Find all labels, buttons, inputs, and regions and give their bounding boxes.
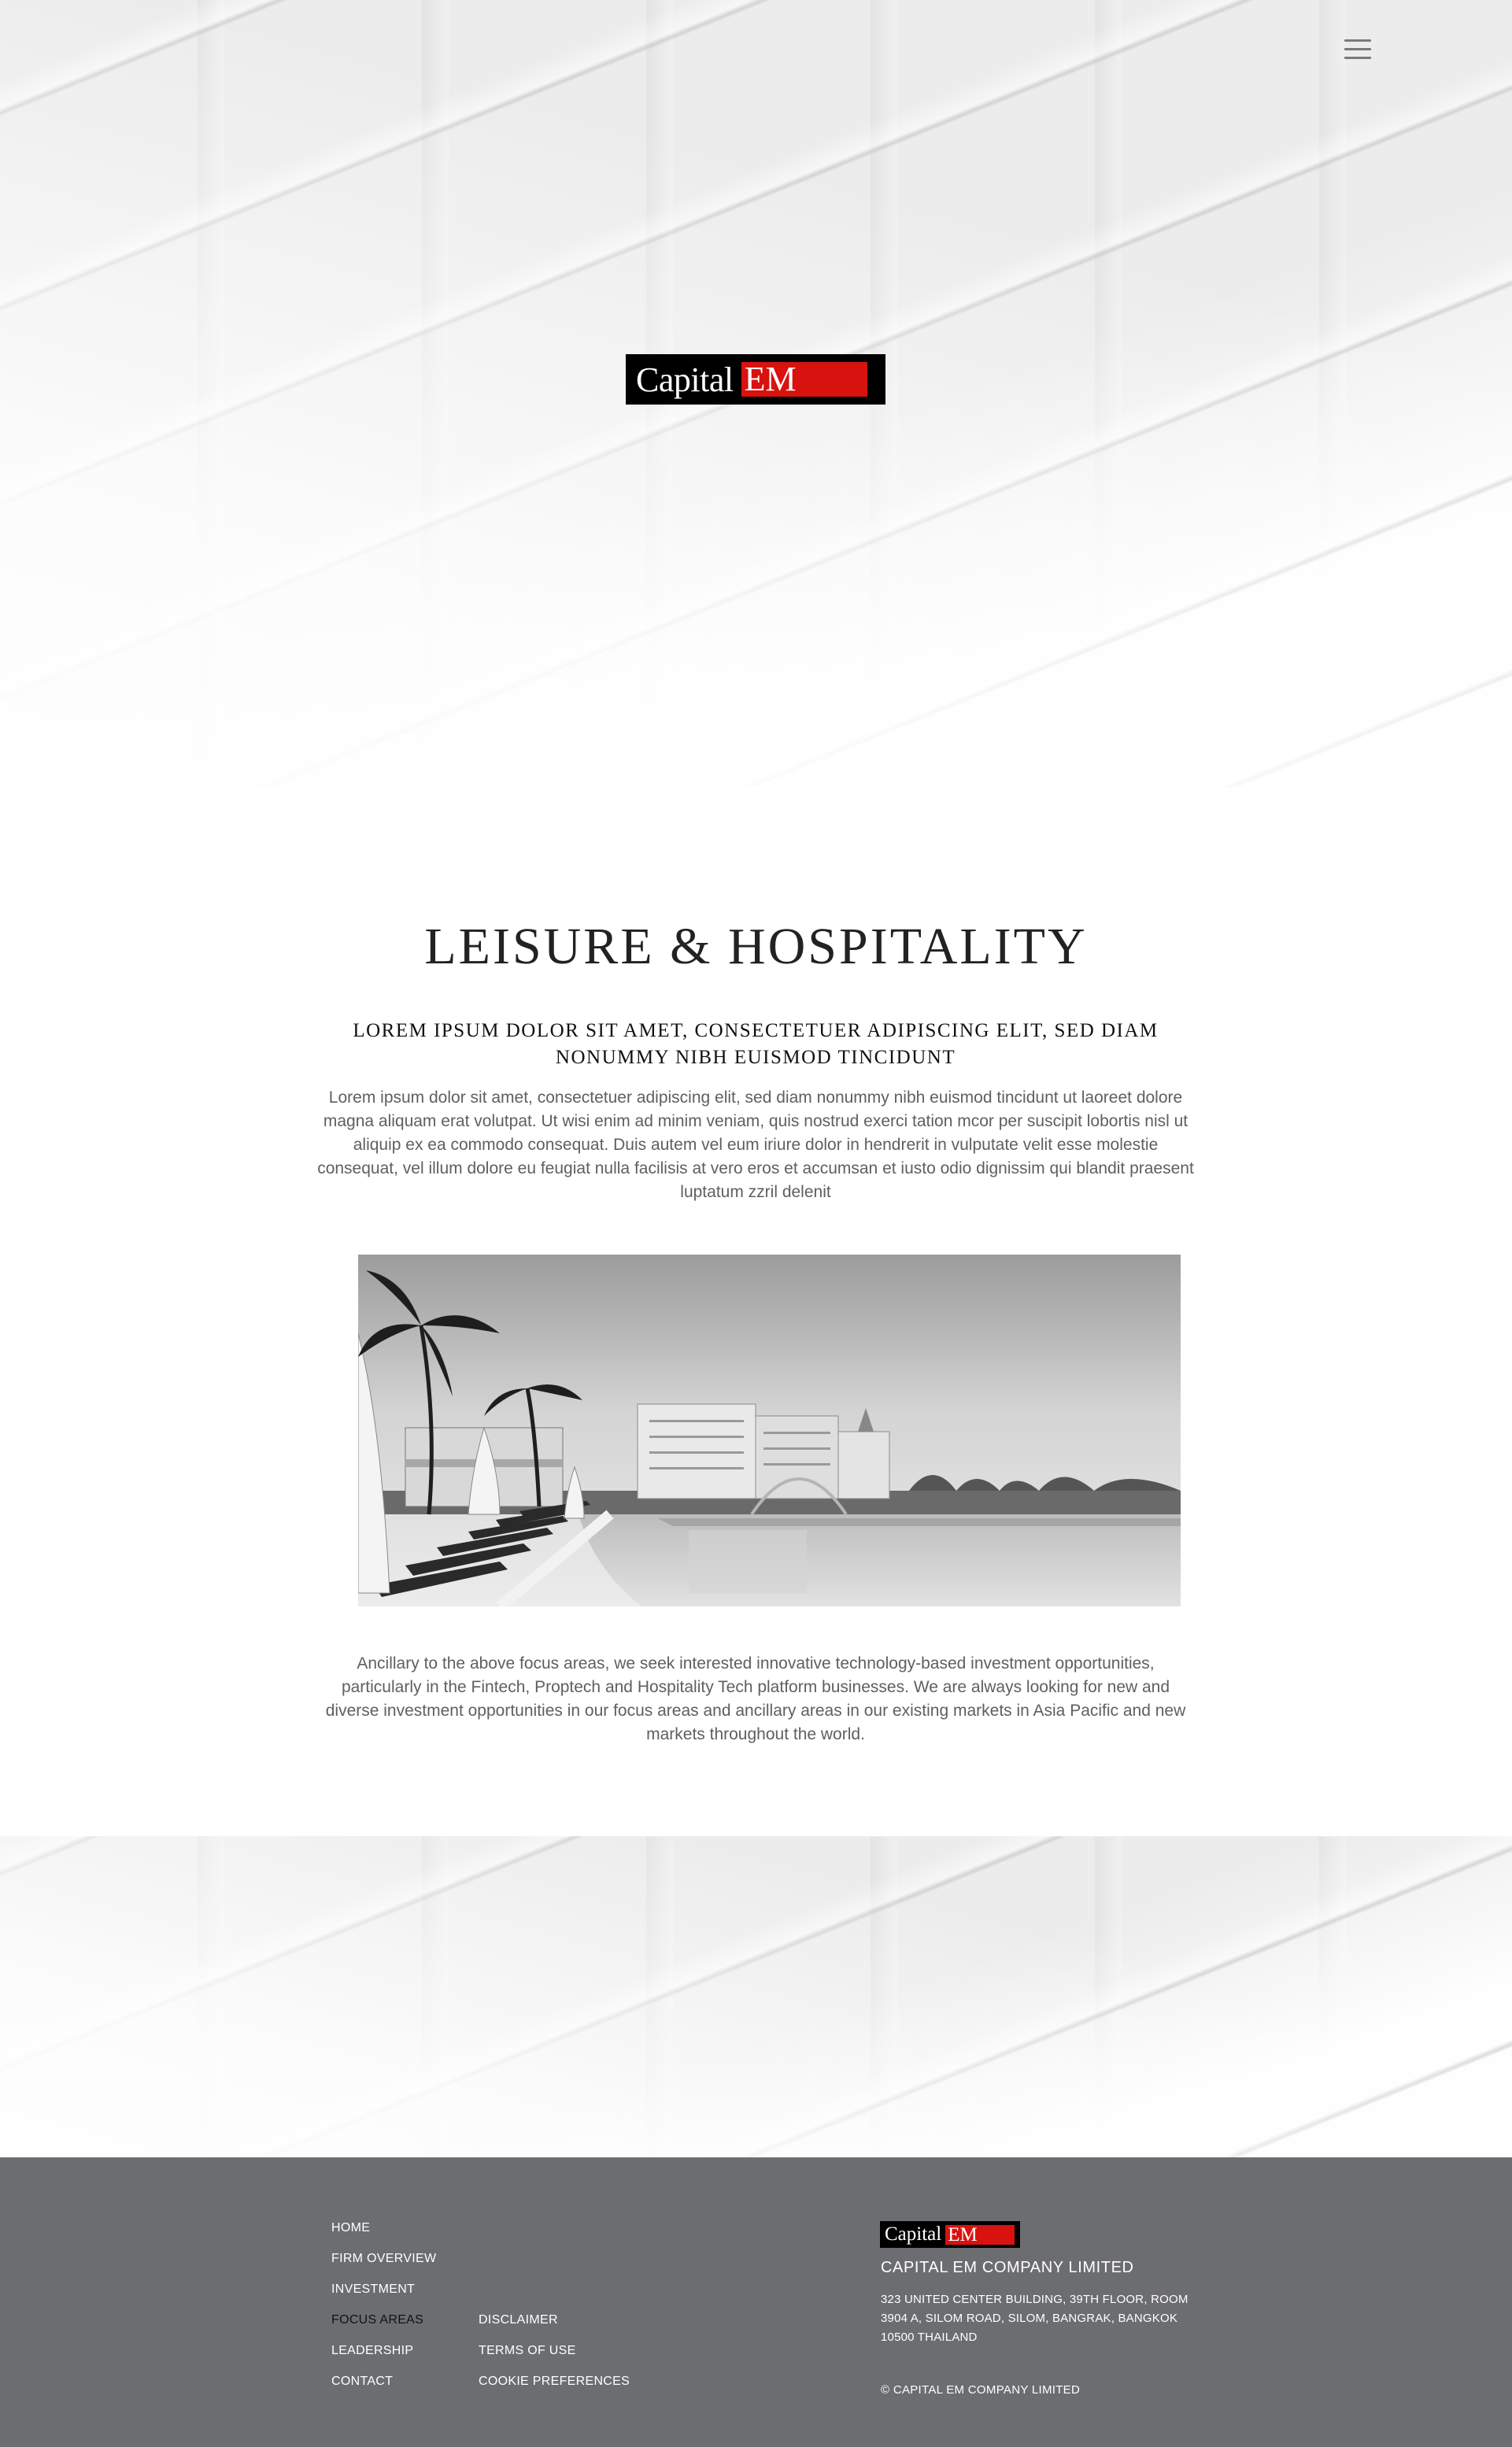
company-name: CAPITAL EM COMPANY LIMITED [881,2259,1134,2276]
intro-paragraph: Lorem ipsum dolor sit amet, consectetuer… [317,1089,1194,1201]
resort-pool-image [358,1255,1181,1606]
brand-logo[interactable]: Capital EM [626,354,885,405]
footer [0,2157,1512,2447]
footer-link-focus-areas[interactable]: FOCUS AREAS [331,2313,436,2344]
footer-nav-legal: DISCLAIMER TERMS OF USE COOKIE PREFERENC… [479,2313,630,2405]
footer-link-disclaimer[interactable]: DISCLAIMER [479,2313,630,2344]
footer-link-leadership[interactable]: LEADERSHIP [331,2344,436,2375]
footer-link-firm-overview[interactable]: FIRM OVERVIEW [331,2252,436,2283]
logo-word-capital: Capital [636,360,734,399]
logo-word-em: EM [741,362,867,397]
page-title: LEISURE & HOSPITALITY [424,918,1088,975]
footer-logo[interactable]: Capital EM [880,2221,1020,2248]
footer-link-cookie-preferences[interactable]: COOKIE PREFERENCES [479,2375,630,2405]
company-address: 323 UNITED CENTER BUILDING, 39TH FLOOR, … [881,2293,1189,2344]
footer-link-home[interactable]: HOME [331,2221,436,2252]
footer-link-investment[interactable]: INVESTMENT [331,2283,436,2313]
footer-logo-word-capital: Capital [885,2223,942,2245]
footer-link-terms-of-use[interactable]: TERMS OF USE [479,2344,630,2375]
hamburger-menu-icon[interactable] [1344,39,1371,63]
footer-logo-word-em: EM [945,2224,1015,2245]
footer-nav-primary: HOME FIRM OVERVIEW INVESTMENT FOCUS AREA… [331,2221,436,2405]
copyright: © CAPITAL EM COMPANY LIMITED [881,2383,1081,2397]
decorative-band [0,1836,1512,2157]
page-subtitle: LOREM IPSUM DOLOR SIT AMET, CONSECTETUER… [353,1020,1159,1068]
focus-description: Ancillary to the above focus areas, we s… [325,1654,1186,1743]
footer-link-contact[interactable]: CONTACT [331,2375,436,2405]
